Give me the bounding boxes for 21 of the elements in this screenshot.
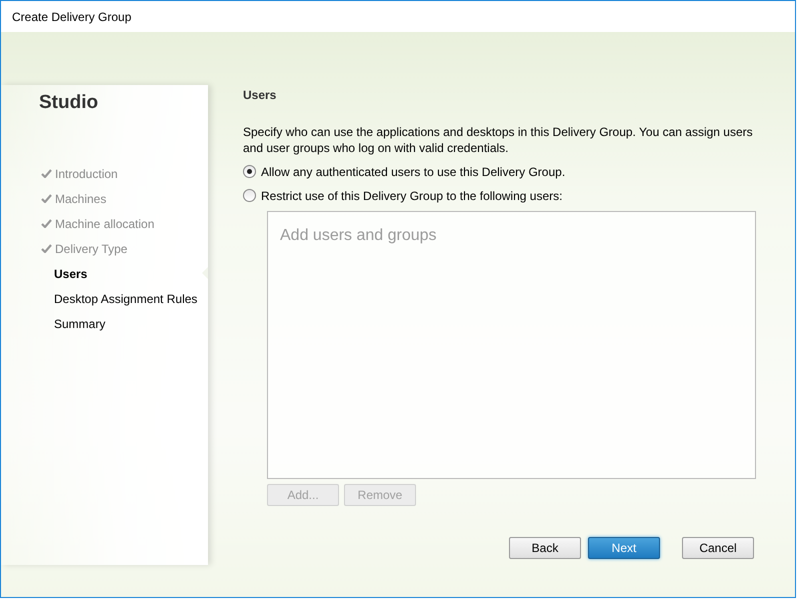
footer-button[interactable]: Cancel <box>682 537 754 559</box>
sidebar-heading: Studio <box>39 92 98 114</box>
footer-button[interactable]: Back <box>509 537 581 559</box>
radio-button[interactable] <box>243 189 256 202</box>
wizard-step: Machines <box>55 192 106 206</box>
wizard-step: Summary <box>54 316 106 330</box>
page-heading: Users <box>243 88 278 102</box>
pointer-icon <box>202 267 208 279</box>
wizard-step: Machine allocation <box>55 216 154 230</box>
footer-button[interactable]: Next <box>588 537 660 559</box>
option-label: Restrict use of this Delivery Group to the following users: <box>261 188 562 202</box>
window-title: Create Delivery Group <box>12 10 132 24</box>
wizard-step: Users <box>54 266 88 280</box>
user-list[interactable]: Add users and groups <box>267 211 756 479</box>
description-text: Specify who can use the applications and desktops in this Delivery Group. You can assign users and user groups who log on with valid credentials. <box>243 124 754 156</box>
wizard-step: Desktop Assignment Rules <box>54 292 198 306</box>
radio-button[interactable] <box>243 165 256 178</box>
wizard-step: Introduction <box>55 166 118 180</box>
wizard-step: Delivery Type <box>55 242 128 256</box>
list-placeholder: Add users and groups <box>280 227 437 244</box>
option-label: Allow any authenticated users to use this Delivery Group. <box>261 164 566 178</box>
